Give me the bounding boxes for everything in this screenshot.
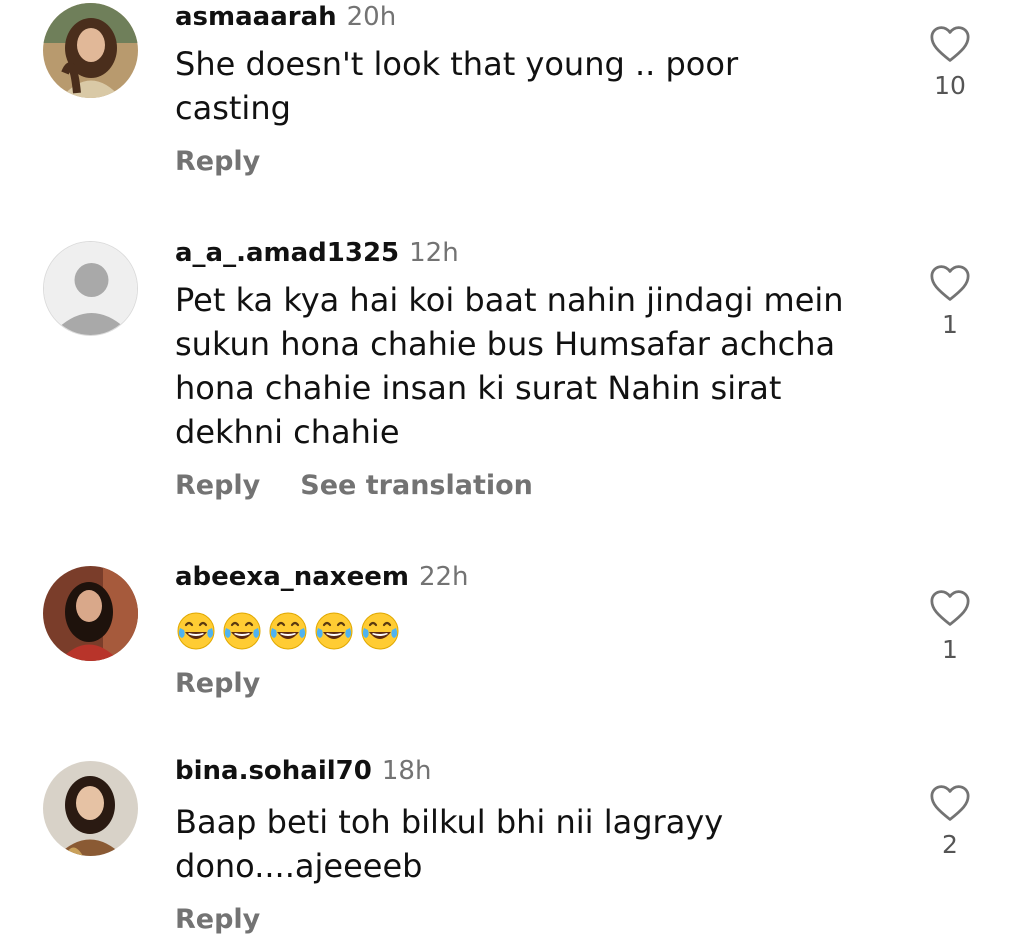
heart-icon[interactable] [929, 784, 971, 822]
comment-meta: abeexa_naxeem 22h [175, 560, 895, 594]
heart-icon[interactable] [929, 25, 971, 63]
like-count: 10 [934, 71, 966, 100]
like-count: 1 [942, 635, 958, 664]
laughing-tears-emoji-icon [269, 612, 307, 650]
comment-actions: Reply [175, 142, 895, 182]
profile-photo-icon [43, 761, 138, 856]
timestamp: 12h [409, 238, 459, 268]
comment-actions: Reply [175, 664, 895, 704]
like-control: 1 [920, 264, 980, 339]
comment-meta: a_a_.amad1325 12h [175, 236, 895, 270]
like-count: 2 [942, 830, 958, 859]
timestamp: 22h [418, 562, 469, 592]
username-link[interactable]: a_a_.amad1325 [175, 238, 399, 268]
comment-actions: Reply [175, 900, 895, 937]
reply-button[interactable]: Reply [175, 904, 260, 935]
comment-text: Baap beti toh bilkul bhi nii lagrayy don… [175, 803, 724, 885]
username-link[interactable]: abeexa_naxeem [175, 562, 409, 592]
like-control: 10 [920, 25, 980, 100]
comment-text: She doesn't look that young .. poor cast… [175, 45, 739, 127]
reply-button[interactable]: Reply [175, 668, 260, 699]
profile-photo-icon [43, 566, 138, 661]
comment-actions: Reply See translation [175, 466, 895, 506]
reply-button[interactable]: Reply [175, 470, 260, 501]
heart-icon[interactable] [929, 589, 971, 627]
emoji-row [175, 610, 895, 654]
like-control: 2 [920, 784, 980, 859]
laughing-tears-emoji-icon [223, 612, 261, 650]
username-link[interactable]: asmaaarah [175, 2, 337, 32]
default-user-icon [44, 242, 137, 335]
heart-icon[interactable] [929, 264, 971, 302]
avatar[interactable] [43, 761, 138, 856]
username-link[interactable]: bina.sohail70 [175, 756, 372, 786]
laughing-tears-emoji-icon [361, 612, 399, 650]
like-count: 1 [942, 310, 958, 339]
timestamp: 18h [381, 756, 432, 786]
profile-photo-icon [43, 3, 138, 98]
comment-meta: bina.sohail70 18h [175, 754, 895, 788]
timestamp: 20h [346, 2, 397, 32]
comments-list: asmaaarah 20h She doesn't look that young… [0, 0, 1024, 937]
avatar[interactable] [43, 3, 138, 98]
reply-button[interactable]: Reply [175, 146, 260, 177]
see-translation-button[interactable]: See translation [300, 470, 533, 501]
like-control: 1 [920, 589, 980, 664]
laughing-tears-emoji-icon [177, 612, 215, 650]
avatar[interactable] [43, 241, 138, 336]
comment-text: Pet ka kya hai koi baat nahin jindagi me… [175, 281, 844, 451]
avatar[interactable] [43, 566, 138, 661]
comment-meta: asmaaarah 20h [175, 0, 895, 34]
laughing-tears-emoji-icon [315, 612, 353, 650]
